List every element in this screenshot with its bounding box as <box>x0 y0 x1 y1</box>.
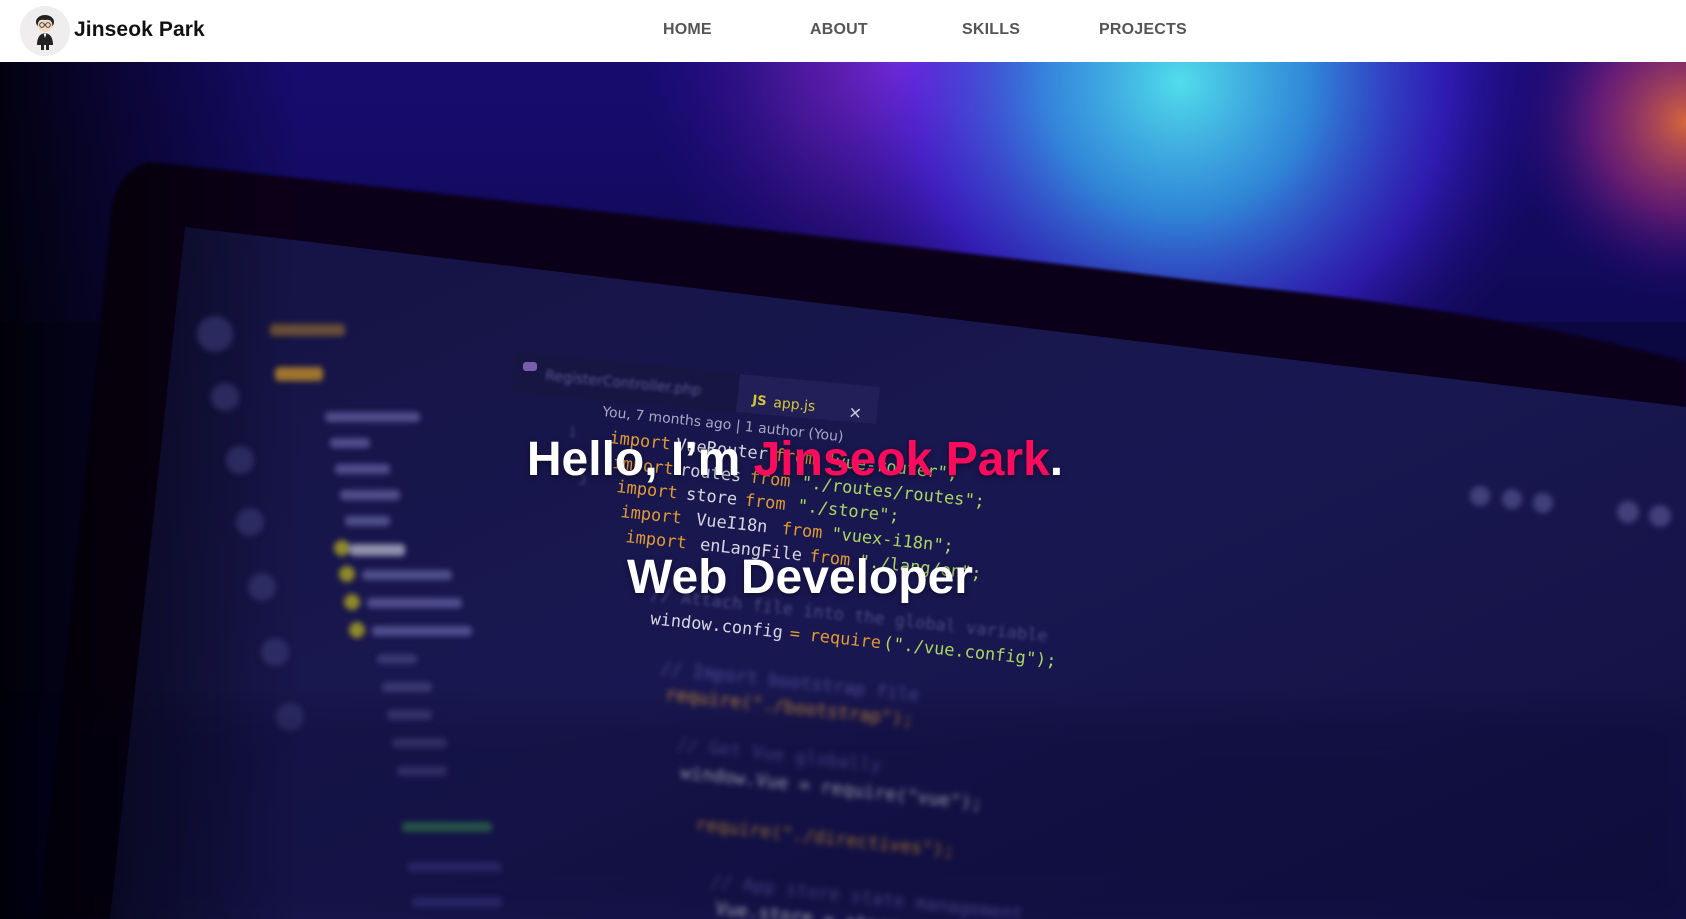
top-navbar: Jinseok Park HOME ABOUT SKILLS PROJECTS <box>0 0 1686 62</box>
hero-headline: Hello, I’m Jinseok Park. <box>0 424 1590 496</box>
greeting-name: Jinseok Park <box>753 433 1050 486</box>
main-nav: HOME ABOUT SKILLS PROJECTS <box>0 0 1686 62</box>
nav-item-about[interactable]: ABOUT <box>810 21 868 39</box>
hero-role: Web Developer <box>627 551 973 604</box>
nav-item-home[interactable]: HOME <box>663 21 712 39</box>
nav-item-skills[interactable]: SKILLS <box>962 21 1020 39</box>
hero-section: RegisterController.php JS app.js ✕ You, … <box>0 62 1686 919</box>
greeting-prefix: Hello, I’m <box>526 433 754 486</box>
greeting-suffix: . <box>1049 433 1064 486</box>
nav-item-projects[interactable]: PROJECTS <box>1099 21 1187 39</box>
